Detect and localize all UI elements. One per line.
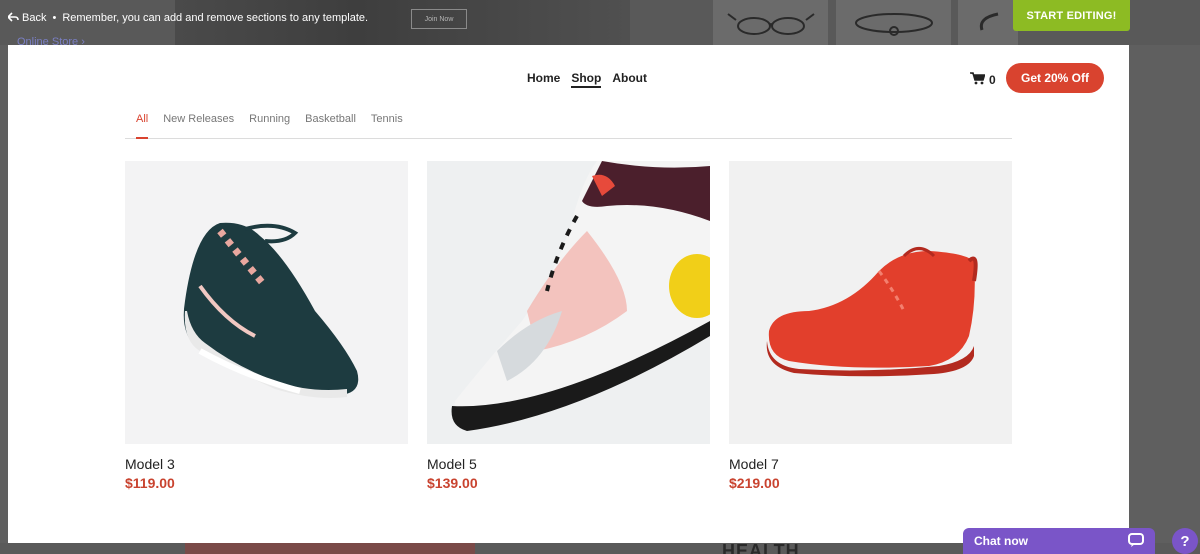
product-image-model-3[interactable] — [125, 161, 408, 444]
back-arrow-icon — [6, 11, 19, 25]
product-name[interactable]: Model 5 — [427, 456, 710, 472]
tab-tennis[interactable]: Tennis — [371, 113, 403, 139]
nav-home[interactable]: Home — [527, 71, 560, 88]
product-card-model-3[interactable]: Model 3 $119.00 — [125, 161, 408, 491]
tab-all[interactable]: All — [136, 113, 149, 139]
main-nav: Home Shop About — [527, 71, 647, 88]
chat-bubble-icon — [1128, 532, 1144, 550]
background-footer-image — [185, 543, 475, 554]
separator-dot: • — [52, 12, 57, 24]
product-price: $219.00 — [729, 475, 780, 491]
nav-about[interactable]: About — [612, 71, 647, 88]
back-label: Back — [22, 12, 47, 24]
cart-icon — [970, 72, 986, 88]
start-editing-button[interactable]: START EDITING! — [1013, 0, 1130, 31]
product-name[interactable]: Model 3 — [125, 456, 408, 472]
help-button[interactable]: ? — [1172, 528, 1198, 554]
background-join-button: Join Now — [411, 9, 467, 29]
tab-running[interactable]: Running — [249, 113, 290, 139]
product-price: $139.00 — [427, 475, 478, 491]
back-button[interactable]: Back — [6, 11, 47, 25]
nav-shop[interactable]: Shop — [571, 71, 602, 88]
background-thumbnail-bracelet — [836, 0, 951, 45]
editor-topbar: Back • Remember, you can add and remove … — [0, 0, 368, 36]
product-image-model-5[interactable] — [427, 161, 710, 444]
store-preview: Home Shop About 0 Get 20% Off All New Re… — [8, 45, 1129, 543]
cart[interactable]: 0 — [970, 72, 996, 88]
category-tabs: All New Releases Running Basketball Tenn… — [125, 113, 1012, 139]
background-thumbnail-glasses — [713, 0, 828, 45]
product-image-model-7[interactable] — [729, 161, 1012, 444]
get-discount-button[interactable]: Get 20% Off — [1006, 63, 1104, 93]
product-card-model-7[interactable]: Model 7 $219.00 — [729, 161, 1012, 491]
tab-basketball[interactable]: Basketball — [305, 113, 356, 139]
product-price: $119.00 — [125, 475, 175, 491]
product-name[interactable]: Model 7 — [729, 456, 1012, 472]
chat-now-button[interactable]: Chat now — [963, 528, 1155, 554]
tab-new-releases[interactable]: New Releases — [163, 113, 234, 139]
editor-notice: Remember, you can add and remove section… — [62, 12, 369, 24]
product-card-model-5[interactable]: Model 5 $139.00 — [427, 161, 710, 491]
background-online-store-link: Online Store › — [17, 36, 85, 45]
chat-label: Chat now — [974, 534, 1028, 548]
cart-count: 0 — [989, 73, 996, 87]
background-thumbnail-ring — [958, 0, 1018, 45]
